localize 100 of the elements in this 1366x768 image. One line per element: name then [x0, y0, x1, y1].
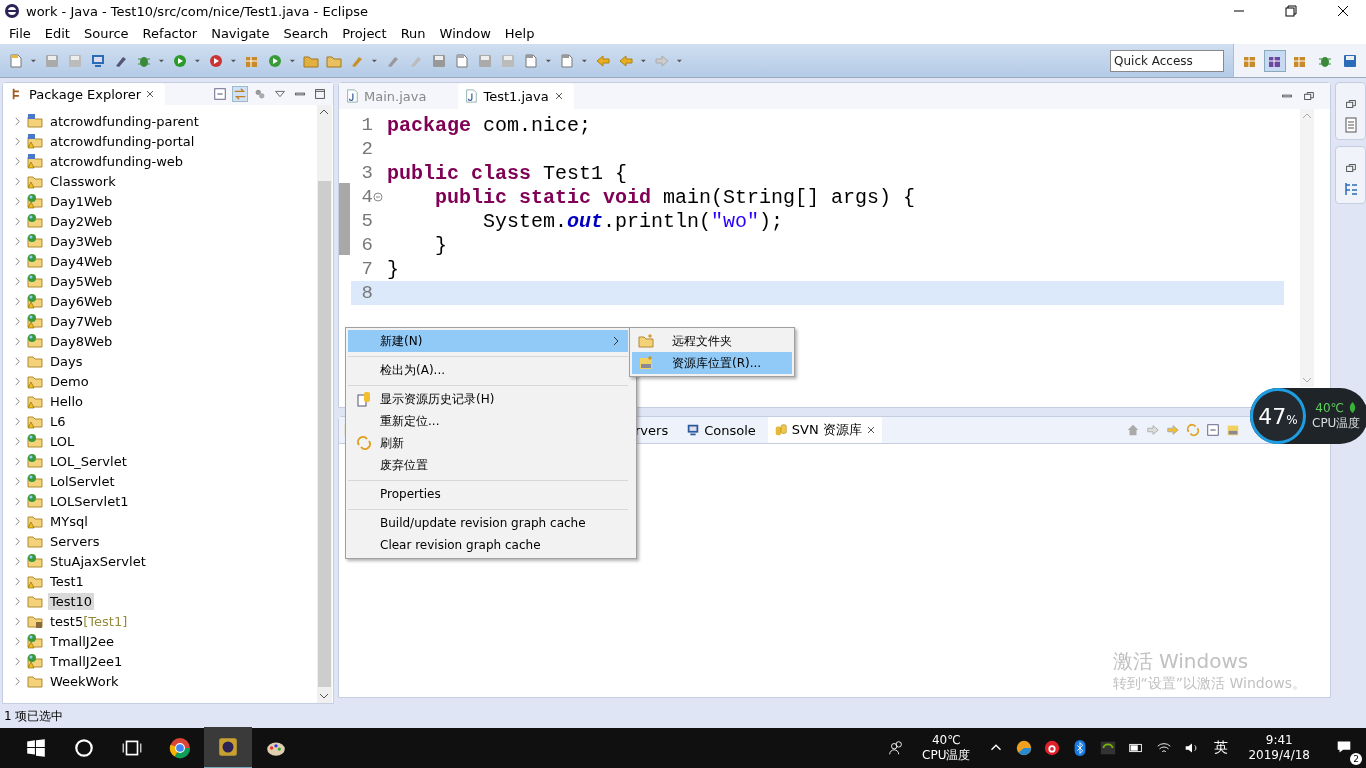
collapse-all-icon[interactable] — [213, 87, 227, 101]
repository-icon — [638, 355, 654, 371]
link-editor-icon[interactable] — [233, 87, 247, 101]
input-language[interactable]: 英 — [1206, 739, 1237, 757]
tree-item[interactable]: Test1 — [48, 572, 86, 590]
tree-item[interactable]: StuAjaxServlet — [48, 552, 148, 570]
tree-item[interactable]: Day2Web — [48, 212, 115, 230]
close-icon[interactable] — [865, 425, 876, 435]
menu-item[interactable]: 远程文件夹 — [632, 330, 792, 352]
leaf-icon — [1348, 401, 1358, 414]
tree-item[interactable]: Day5Web — [48, 272, 115, 290]
tree-item[interactable]: Day8Web — [48, 332, 115, 350]
tree-item[interactable]: atcrowdfunding-web — [48, 152, 186, 170]
menu-item[interactable]: Refactor — [135, 25, 205, 41]
line-number: 1 — [360, 114, 373, 136]
menu-item[interactable]: 检出为(A)... — [348, 356, 628, 381]
panel-tab[interactable]: SVN 资源库 — [767, 417, 882, 443]
menu-item[interactable]: Window — [432, 25, 498, 41]
tree-item[interactable]: MYsql — [48, 512, 90, 530]
tree-item[interactable]: LolServlet — [48, 472, 117, 490]
menu-item[interactable]: 显示资源历史记录(H) — [348, 385, 628, 410]
line-number: 3 — [360, 162, 373, 184]
menu-item[interactable]: Search — [276, 25, 336, 41]
menu-item[interactable]: Help — [497, 25, 542, 41]
cpu-percent: 47 — [1258, 403, 1287, 429]
menu-item[interactable]: Properties — [348, 480, 628, 505]
tree-item[interactable]: Servers — [48, 532, 102, 550]
code-line: } — [434, 233, 447, 257]
scrollbar[interactable] — [317, 105, 332, 703]
menu-item[interactable]: Source — [76, 25, 136, 41]
collapse-all-icon[interactable] — [1206, 423, 1220, 437]
package-explorer-tab[interactable]: Package Explorer — [3, 83, 166, 105]
tree-item[interactable]: L6 — [48, 412, 68, 430]
menu-item[interactable]: 废弃位置 — [348, 454, 628, 476]
tree-item[interactable]: Days — [48, 352, 85, 370]
tree-item[interactable]: TmallJ2ee1 — [48, 652, 125, 670]
menu-item[interactable]: 资源库位置(R)... — [632, 352, 792, 374]
percent-sign: % — [1286, 413, 1298, 427]
tree-item[interactable]: Day7Web — [48, 312, 115, 330]
menu-item[interactable]: Run — [393, 25, 433, 41]
tree-item[interactable]: atcrowdfunding-portal — [48, 132, 197, 150]
new-repository-icon[interactable] — [1226, 423, 1240, 437]
task-list-icon[interactable] — [1342, 117, 1359, 133]
menu-item[interactable]: Project — [335, 25, 394, 41]
line-number: 7 — [360, 258, 373, 280]
menu-item[interactable]: Build/update revision graph cache — [348, 509, 628, 534]
tree-item[interactable]: Day4Web — [48, 252, 115, 270]
temperature-text: 40℃ — [1315, 400, 1345, 415]
tree-item[interactable]: Day3Web — [48, 232, 115, 250]
console-icon — [686, 423, 701, 437]
menu-item[interactable]: 新建(N) — [348, 330, 628, 352]
menu-item[interactable]: Edit — [37, 25, 77, 41]
restore-icon[interactable] — [1343, 161, 1358, 175]
menu-item[interactable]: Navigate — [204, 25, 277, 41]
tab-label: Package Explorer — [29, 86, 142, 102]
menu-item[interactable]: 重新定位... — [348, 410, 628, 432]
back-icon[interactable] — [1146, 423, 1160, 437]
line-number: 8 — [360, 282, 373, 304]
temperature-label: CPU温度 — [1312, 414, 1361, 432]
code-line: public class Test1 { — [387, 161, 628, 185]
change-marker — [339, 183, 350, 255]
tree-item[interactable]: test5[Test1] — [48, 612, 130, 630]
new-folder-icon — [638, 333, 654, 349]
menu-item[interactable]: File — [2, 25, 38, 41]
notification-count: 2 — [1350, 752, 1362, 765]
window-title: work - Java - Test10/src/com/nice/Test1.java - Eclipse — [26, 3, 369, 19]
tree-item[interactable]: Demo — [48, 372, 91, 390]
forward-icon[interactable] — [1166, 423, 1180, 437]
clock[interactable]: 9:41 2019/4/18 — [1236, 733, 1322, 763]
restore-icon[interactable] — [1302, 89, 1316, 103]
quick-access-field[interactable]: Quick Access — [1110, 49, 1224, 72]
database-icon — [773, 423, 788, 437]
panel-tab[interactable]: Console — [680, 417, 762, 443]
home-icon[interactable] — [1126, 423, 1140, 437]
menu-item[interactable]: 刷新 — [348, 432, 628, 454]
tree-item[interactable]: Classwork — [48, 172, 118, 190]
fold-icon[interactable] — [373, 192, 383, 202]
java-file-icon — [345, 89, 359, 103]
tree-item[interactable]: Hello — [48, 392, 85, 410]
java-file-icon — [464, 89, 479, 103]
tree-item[interactable]: LOL_Servlet — [48, 452, 129, 470]
menu-item[interactable]: Clear revision graph cache — [348, 534, 628, 556]
tree-item[interactable]: TmallJ2ee — [48, 632, 116, 650]
tree-item[interactable]: Day1Web — [48, 192, 115, 210]
tree-item[interactable]: atcrowdfunding-parent — [48, 112, 201, 130]
close-icon[interactable] — [553, 91, 564, 101]
eclipse-app-icon[interactable] — [204, 727, 252, 768]
code-line: } — [387, 257, 399, 281]
restore-icon[interactable] — [1343, 97, 1358, 111]
editor-tab[interactable]: Test1.java — [458, 83, 574, 109]
scroll-thumb[interactable] — [318, 181, 331, 687]
tree-item[interactable]: LOLServlet1 — [48, 492, 131, 510]
tree-item[interactable]: Day6Web — [48, 292, 115, 310]
tree-item[interactable]: Test10 — [48, 592, 95, 610]
outline-icon[interactable] — [1342, 181, 1359, 197]
tree-item[interactable]: LOL — [48, 432, 77, 450]
close-icon[interactable] — [145, 89, 156, 99]
filter-icon[interactable] — [253, 87, 267, 101]
maximize-icon[interactable] — [313, 87, 327, 101]
tree-item[interactable]: WeekWork — [48, 672, 121, 690]
